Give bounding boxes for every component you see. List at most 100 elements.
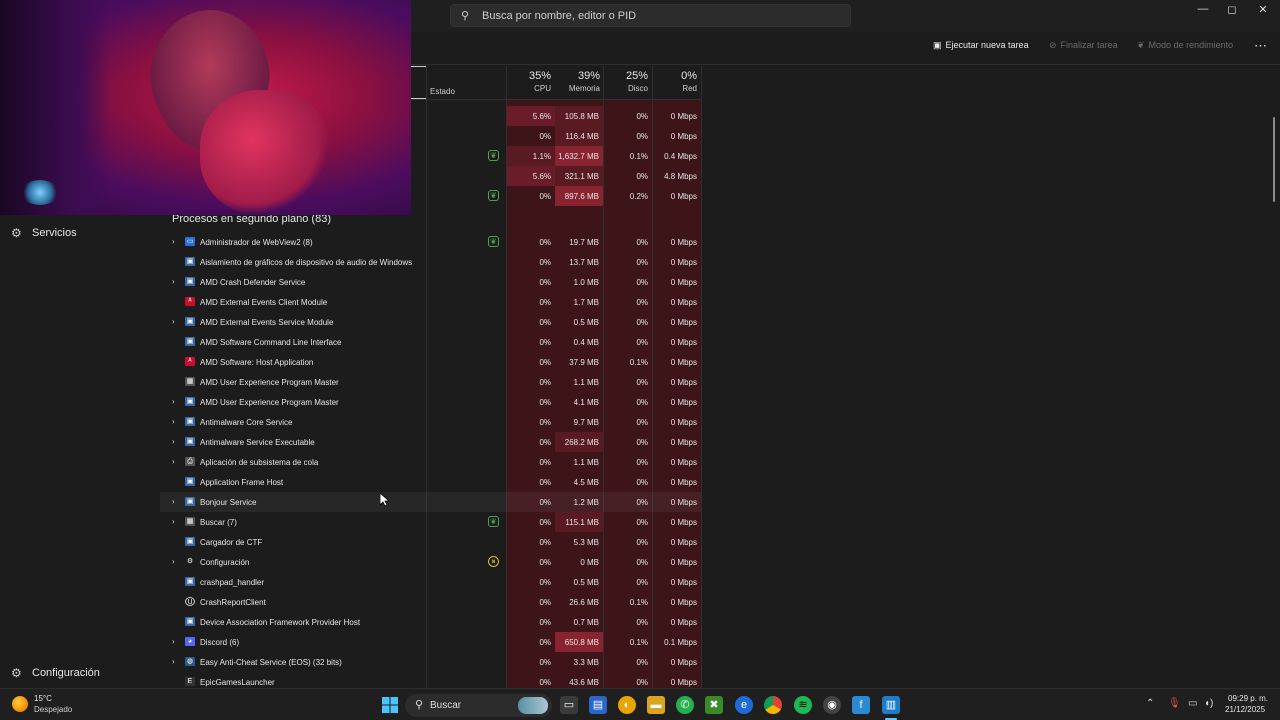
table-row[interactable]: ▦ AMD User Experience Program Master 0% 1.1… (160, 372, 701, 392)
network-column-header[interactable]: 0% Red (652, 70, 697, 93)
table-row[interactable]: ▣ AMD Software Command Line Interface 0% 0.… (160, 332, 701, 352)
facebook-icon[interactable]: f (852, 696, 870, 714)
disk-cell: 0% (636, 618, 648, 627)
app-window-icon: ▣ (185, 257, 195, 266)
expand-chevron-icon[interactable]: › (172, 497, 175, 506)
expand-chevron-icon[interactable]: › (172, 417, 175, 426)
app-window-icon: ▣ (185, 577, 195, 586)
process-name: crashpad_handler (200, 578, 265, 587)
efficiency-leaf-icon: ❦ (1137, 40, 1145, 50)
expand-chevron-icon[interactable]: › (172, 517, 175, 526)
minecraft-icon[interactable]: ✖ (705, 696, 723, 714)
table-row[interactable]: › ⎙ Aplicación de subsistema de cola 0% 1.1 … (160, 452, 701, 472)
clock-time[interactable]: 09:29 p. m. (1228, 694, 1268, 703)
edge-icon[interactable]: e (735, 696, 753, 714)
expand-chevron-icon[interactable]: › (172, 397, 175, 406)
cpu-cell: 0% (539, 238, 551, 247)
network-icon[interactable]: ▭ (1188, 698, 1197, 709)
expand-chevron-icon[interactable]: › (172, 277, 175, 286)
table-row[interactable]: › ◍ Easy Anti-Cheat Service (EOS) (32 bits… (160, 652, 701, 672)
table-row[interactable]: U CrashReportClient 0% 26.6 MB 0.1% 0 Mbps (160, 592, 701, 612)
memory-cell: 116.4 MB (565, 132, 599, 141)
cpu-cell: 0% (539, 638, 551, 647)
table-row[interactable]: › ▣ AMD External Events Service Module 0% 0.… (160, 312, 701, 332)
chrome-icon[interactable] (764, 696, 782, 714)
expand-chevron-icon[interactable]: › (172, 657, 175, 666)
cpu-cell: 0% (539, 678, 551, 687)
more-options-button[interactable]: ⋯ (1254, 38, 1267, 54)
volume-icon[interactable]: ◖) (1204, 698, 1213, 709)
disk-cell: 0% (636, 318, 648, 327)
expand-chevron-icon[interactable]: › (172, 457, 175, 466)
whatsapp-icon[interactable]: ✆ (676, 696, 694, 714)
memory-cell: 26.6 MB (569, 598, 599, 607)
vertical-scrollbar[interactable] (1273, 117, 1275, 202)
taskbar: 15°C Despejado ⚲ Buscar ▭ ▤ ◐ ▬ ✆ ✖ e ≋ … (0, 688, 1280, 720)
cpu-cell: 0% (539, 598, 551, 607)
close-button[interactable]: ✕ (1248, 3, 1278, 17)
table-row[interactable]: › ▣ AMD Crash Defender Service 0% 1.0 MB 0% 0 … (160, 272, 701, 292)
cpu-cell: 0% (539, 478, 551, 487)
weather-temp[interactable]: 15°C (34, 694, 52, 703)
github-icon[interactable]: ◉ (823, 696, 841, 714)
cpu-column-header[interactable]: 35% CPU (507, 70, 551, 93)
task-view-icon[interactable]: ▭ (560, 696, 578, 714)
table-row[interactable]: ▣ Cargador de CTF 0% 5.3 MB 0% 0 Mbps (160, 532, 701, 552)
table-row[interactable]: › ▣ Bonjour Service 0% 1.2 MB 0% 0 Mbps (160, 492, 701, 512)
file-explorer-icon[interactable]: ▬ (647, 696, 665, 714)
maximize-button[interactable]: ◻ (1217, 3, 1247, 17)
name-column-header[interactable] (411, 66, 427, 99)
table-row[interactable]: ▣ Device Association Framework Provider H… (160, 612, 701, 632)
table-row[interactable]: › ▣ Antimalware Core Service 0% 9.7 MB 0% 0 Mb… (160, 412, 701, 432)
expand-chevron-icon[interactable]: › (172, 437, 175, 446)
status-column-header[interactable]: Estado (430, 87, 455, 96)
column-separator (701, 66, 702, 688)
minimize-button[interactable]: — (1188, 3, 1218, 17)
weather-icon[interactable] (12, 696, 28, 712)
efficiency-mode-button[interactable]: ❦ Modo de rendimiento (1137, 40, 1233, 56)
table-row[interactable]: › ▣ Antimalware Service Executable 0% 268.2 … (160, 432, 701, 452)
expand-chevron-icon[interactable]: › (172, 237, 175, 246)
sidebar-item-services[interactable]: ⚙ Servicios (0, 222, 160, 244)
table-row[interactable]: › ◕ Discord (6) 0% 650.8 MB 0.1% 0.1 Mbps (160, 632, 701, 652)
table-row[interactable]: › ▦ Buscar (7) ❦ 0% 115.1 MB 0% 0 Mbps (160, 512, 701, 532)
cpu-cell: 0% (539, 258, 551, 267)
table-row[interactable]: ▣ crashpad_handler 0% 0.5 MB 0% 0 Mbps (160, 572, 701, 592)
table-row[interactable]: ▣ Aislamiento de gráficos de dispositivo … (160, 252, 701, 272)
spotify-icon[interactable]: ≋ (794, 696, 812, 714)
table-row[interactable]: ▣ Application Frame Host 0% 4.5 MB 0% 0 Mbps (160, 472, 701, 492)
cpu-cell: 0% (539, 658, 551, 667)
table-row[interactable]: ᴬ AMD External Events Client Module 0% 1.7 … (160, 292, 701, 312)
end-task-button[interactable]: ⊘ Finalizar tarea (1049, 40, 1118, 56)
chrome-canary-icon[interactable]: ◐ (618, 696, 636, 714)
disk-cell: 0% (636, 398, 648, 407)
table-row[interactable]: › ▣ AMD User Experience Program Master 0% 4.… (160, 392, 701, 412)
process-search-box[interactable]: ⚲ Busca por nombre, editor o PID (450, 4, 851, 27)
store-icon[interactable]: ▤ (589, 696, 607, 714)
memory-cell: 897.6 MB (564, 192, 599, 201)
show-hidden-icons[interactable]: ⌃ (1146, 698, 1154, 709)
table-row[interactable]: ᴬ AMD Software: Host Application 0% 37.9 MB… (160, 352, 701, 372)
run-new-task-button[interactable]: ▣ Ejecutar nueva tarea (933, 40, 1029, 56)
weather-desc[interactable]: Despejado (34, 705, 72, 714)
task-manager-icon[interactable]: ▥ (882, 696, 900, 714)
start-icon[interactable] (381, 696, 399, 714)
memory-cell: 5.3 MB (573, 538, 599, 547)
clock-date[interactable]: 21/12/2025 (1225, 705, 1265, 714)
taskbar-search[interactable]: ⚲ Buscar (405, 694, 552, 717)
generic-process-icon: ▦ (185, 377, 195, 386)
memory-cell: 1.7 MB (573, 298, 599, 307)
memory-column-header[interactable]: 39% Memoria (555, 70, 600, 93)
suspended-pause-icon: ⏸ (488, 556, 499, 567)
expand-chevron-icon[interactable]: › (172, 637, 175, 646)
table-row[interactable]: › ⚙ Configuración ⏸ 0% 0 MB 0% 0 Mbps (160, 552, 701, 572)
search-placeholder: Busca por nombre, editor o PID (482, 10, 637, 22)
table-row[interactable]: › ▭ Administrador de WebView2 (8) ❦ 0% 19.7 M… (160, 232, 701, 252)
expand-chevron-icon[interactable]: › (172, 317, 175, 326)
expand-chevron-icon[interactable]: › (172, 557, 175, 566)
sidebar-item-settings[interactable]: ⚙ Configuración (0, 662, 160, 684)
memory-cell: 43.6 MB (569, 678, 599, 687)
disk-cell: 0% (636, 338, 648, 347)
microphone-icon[interactable]: 🎙 (1168, 698, 1181, 709)
disk-column-header[interactable]: 25% Disco (603, 70, 648, 93)
